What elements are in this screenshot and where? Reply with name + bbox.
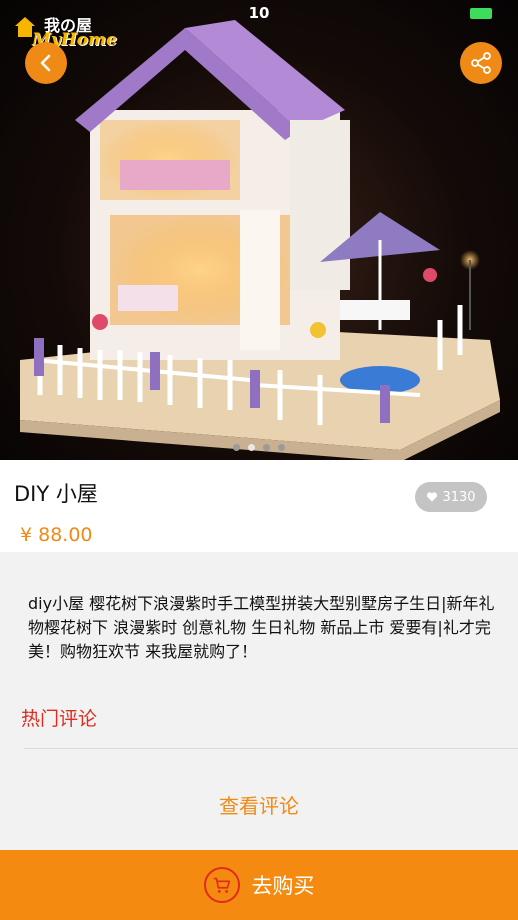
like-count: 3130 [442, 489, 476, 505]
product-price: ¥ 88.00 [20, 524, 93, 546]
share-button[interactable] [460, 42, 502, 84]
cart-icon [203, 867, 240, 903]
carousel-dot[interactable] [233, 444, 240, 451]
carousel-dot-active[interactable] [248, 444, 255, 451]
product-description: diy小屋 樱花树下浪漫紫时手工模型拼装大型别墅房子生日|新年礼物樱花树下 浪漫… [28, 594, 495, 661]
carousel-dots [0, 444, 518, 451]
chevron-left-icon [40, 54, 51, 72]
product-image-carousel[interactable]: 10 我の屋 MyHome [0, 0, 518, 460]
view-comments-link[interactable]: 查看评论 [0, 790, 518, 819]
back-button[interactable] [25, 42, 67, 84]
buy-button[interactable]: 去购买 [0, 850, 518, 920]
battery-icon [470, 8, 492, 19]
product-title: DIY 小屋 [14, 482, 98, 506]
product-details: diy小屋 樱花树下浪漫紫时手工模型拼装大型别墅房子生日|新年礼物樱花树下 浪漫… [0, 560, 518, 850]
carousel-dot[interactable] [278, 444, 285, 451]
dollhouse-image [20, 20, 500, 460]
heart-icon [427, 492, 438, 502]
carousel-dot[interactable] [263, 444, 270, 451]
divider [24, 748, 518, 749]
buy-label: 去购买 [251, 874, 315, 898]
product-info-panel: DIY 小屋 3130 ¥ 88.00 [0, 460, 518, 552]
like-button[interactable]: 3130 [415, 482, 487, 512]
share-icon [471, 52, 491, 74]
hot-comments-heading: 热门评论 [21, 708, 98, 730]
